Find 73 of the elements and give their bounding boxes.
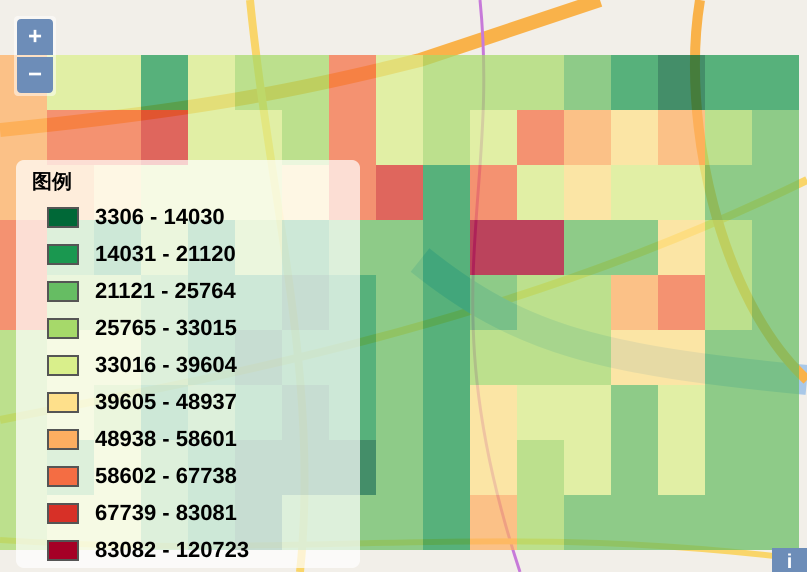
heatmap-cell	[752, 110, 799, 165]
heatmap-cell	[658, 275, 705, 330]
legend-label: 21121 - 25764	[95, 278, 236, 304]
heatmap-cell	[611, 165, 658, 220]
heatmap-cell	[376, 330, 423, 385]
heatmap-cell	[188, 55, 235, 110]
heatmap-cell	[517, 385, 564, 440]
legend-label: 33016 - 39604	[95, 352, 237, 378]
heatmap-cell	[376, 275, 423, 330]
heatmap-cell	[517, 165, 564, 220]
heatmap-cell	[611, 275, 658, 330]
legend-label: 58602 - 67738	[95, 463, 237, 489]
heatmap-cell	[705, 110, 752, 165]
heatmap-cell	[141, 55, 188, 110]
heatmap-cell	[705, 165, 752, 220]
heatmap-cell	[470, 165, 517, 220]
heatmap-cell	[470, 385, 517, 440]
heatmap-cell	[470, 495, 517, 550]
heatmap-cell	[611, 55, 658, 110]
heatmap-cell	[423, 495, 470, 550]
zoom-in-button[interactable]: +	[17, 19, 53, 55]
legend-label: 14031 - 21120	[95, 241, 236, 267]
heatmap-cell	[470, 110, 517, 165]
heatmap-cell	[658, 440, 705, 495]
heatmap-cell	[611, 220, 658, 275]
heatmap-cell	[564, 165, 611, 220]
heatmap-cell	[705, 330, 752, 385]
legend-label: 83082 - 120723	[95, 537, 250, 563]
heatmap-cell	[611, 385, 658, 440]
heatmap-cell	[376, 165, 423, 220]
heatmap-cell	[517, 55, 564, 110]
heatmap-cell	[611, 330, 658, 385]
heatmap-cell	[564, 330, 611, 385]
heatmap-cell	[329, 55, 376, 110]
heatmap-cell	[564, 275, 611, 330]
heatmap-cell	[470, 275, 517, 330]
heatmap-cell	[658, 220, 705, 275]
heatmap-cell	[705, 275, 752, 330]
heatmap-cell	[705, 55, 752, 110]
heatmap-cell	[376, 110, 423, 165]
heatmap-cell	[564, 440, 611, 495]
info-button[interactable]: i	[772, 548, 807, 572]
heatmap-cell	[564, 55, 611, 110]
legend-label: 39605 - 48937	[95, 389, 237, 415]
legend-label: 25765 - 33015	[95, 315, 237, 341]
heatmap-cell	[470, 440, 517, 495]
heatmap-cell	[564, 495, 611, 550]
heatmap-cell	[470, 220, 517, 275]
legend-title: 图例	[32, 170, 72, 195]
heatmap-cell	[423, 165, 470, 220]
heatmap-cell	[517, 110, 564, 165]
heatmap-cell	[658, 330, 705, 385]
legend-label: 67739 - 83081	[95, 500, 237, 526]
heatmap-cell	[517, 495, 564, 550]
heatmap-cell	[658, 110, 705, 165]
heatmap-cell	[94, 55, 141, 110]
heatmap-cell	[423, 110, 470, 165]
heatmap-cell	[658, 55, 705, 110]
heatmap-cell	[611, 110, 658, 165]
heatmap-cell	[564, 110, 611, 165]
heatmap-cell	[517, 440, 564, 495]
heatmap-cell	[752, 55, 799, 110]
heatmap-cell	[658, 385, 705, 440]
legend-label: 3306 - 14030	[95, 204, 225, 230]
heatmap-cell	[376, 55, 423, 110]
heatmap-cell	[235, 55, 282, 110]
heatmap-cell	[517, 220, 564, 275]
heatmap-cell	[658, 165, 705, 220]
legend-label: 48938 - 58601	[95, 426, 237, 452]
heatmap-cell	[705, 220, 752, 275]
heatmap-cell	[470, 330, 517, 385]
zoom-out-button[interactable]: −	[17, 57, 53, 93]
heatmap-cell	[564, 220, 611, 275]
